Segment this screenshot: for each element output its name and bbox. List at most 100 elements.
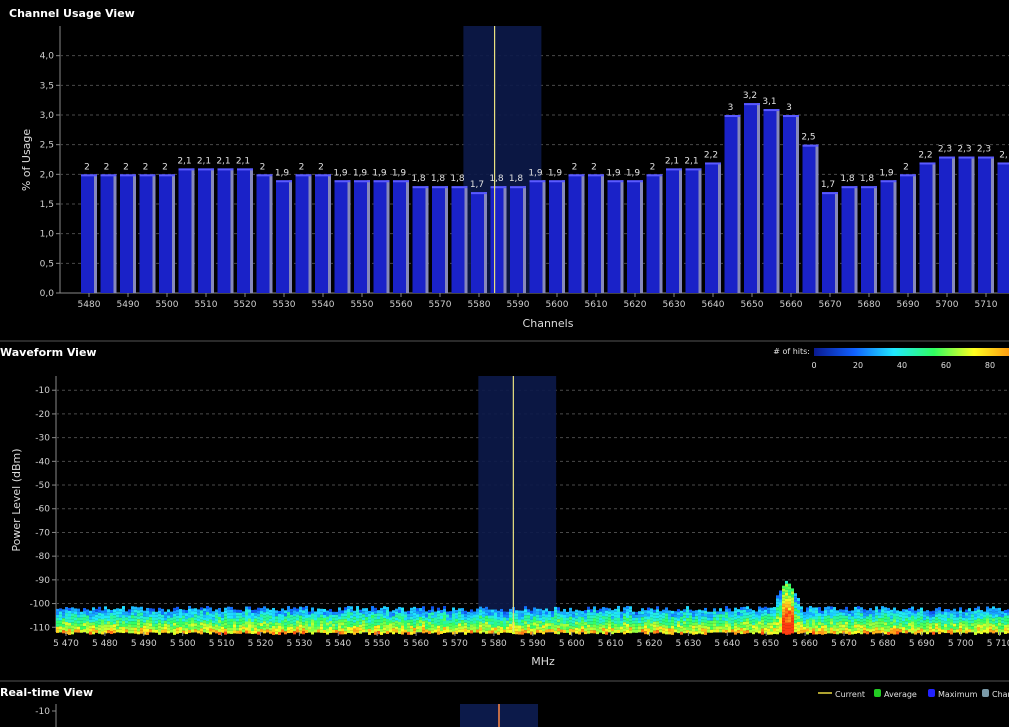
- waveform-heat-cell: [833, 616, 836, 620]
- waveform-heat-cell: [665, 610, 668, 614]
- waveform-heat-cell: [518, 622, 521, 626]
- waveform-heat-cell: [278, 631, 281, 635]
- waveform-heat-cell: [254, 621, 257, 625]
- waveform-heat-cell: [359, 627, 362, 631]
- usage-y-axis-label: % of Usage: [20, 129, 33, 192]
- waveform-heat-cell: [560, 629, 563, 633]
- waveform-heat-cell: [788, 586, 791, 590]
- waveform-heat-cell: [779, 602, 782, 606]
- waveform-heat-cell: [545, 620, 548, 624]
- waveform-heat-cell: [887, 631, 890, 635]
- waveform-heat-cell: [773, 628, 776, 632]
- usage-bar-top: [549, 180, 565, 183]
- waveform-heat-cell: [167, 627, 170, 631]
- waveform-heat-cell: [536, 608, 539, 612]
- waveform-heat-cell: [95, 626, 98, 630]
- waveform-heat-cell: [983, 617, 986, 621]
- waveform-heat-cell: [509, 608, 512, 612]
- waveform-heat-cell: [443, 618, 446, 622]
- waveform-heat-cell: [767, 610, 770, 614]
- waveform-heat-cell: [812, 625, 815, 629]
- usage-bar-top: [763, 109, 780, 112]
- waveform-heat-cell: [605, 619, 608, 623]
- realtime-legend-label: Char: [992, 690, 1009, 699]
- waveform-heat-cell: [830, 621, 833, 625]
- waveform-heat-cell: [251, 615, 254, 619]
- waveform-heat-cell: [260, 620, 263, 624]
- waveform-y-ticks: -10-20-30-40-50-60-70-80-90-100-110: [30, 386, 56, 633]
- waveform-heat-cell: [185, 628, 188, 632]
- waveform-heat-cell: [185, 622, 188, 626]
- waveform-heat-cell: [185, 625, 188, 629]
- waveform-heat-cell: [740, 607, 743, 611]
- waveform-heat-cell: [425, 614, 428, 618]
- realtime-plot-area[interactable]: -10: [35, 704, 1009, 727]
- waveform-heat-cell: [911, 627, 914, 631]
- waveform-heat-cell: [716, 623, 719, 627]
- waveform-heat-cell: [773, 625, 776, 629]
- waveform-heat-cell: [857, 615, 860, 619]
- waveform-heat-cell: [944, 627, 947, 631]
- waveform-heat-cell: [191, 617, 194, 621]
- waveform-heat-cell: [65, 616, 68, 620]
- waveform-heat-cell: [137, 610, 140, 614]
- waveform-heat-cell: [236, 612, 239, 616]
- waveform-heat-cell: [827, 621, 830, 625]
- waveform-heat-cell: [452, 628, 455, 632]
- waveform-heat-cell: [368, 622, 371, 626]
- waveform-heat-cell: [773, 622, 776, 626]
- waveform-heat-cell: [773, 616, 776, 620]
- waveform-heat-cell: [818, 631, 821, 635]
- waveform-heat-cell: [362, 617, 365, 621]
- waveform-heat-cell: [569, 628, 572, 632]
- waveform-heat-cell: [791, 630, 794, 634]
- waveform-heat-cell: [86, 618, 89, 622]
- waveform-heat-cell: [593, 606, 596, 610]
- waveform-heat-cell: [653, 618, 656, 622]
- waveform-heat-cell: [215, 627, 218, 631]
- waveform-heat-cell: [998, 622, 1001, 626]
- waveform-heat-cell: [764, 615, 767, 619]
- waveform-heat-cell: [1004, 621, 1007, 625]
- waveform-heat-cell: [200, 631, 203, 635]
- waveform-heat-cell: [884, 622, 887, 626]
- waveform-heat-cell: [68, 607, 71, 611]
- waveform-heat-cell: [878, 618, 881, 622]
- waveform-heat-cell: [644, 625, 647, 629]
- waveform-heat-cell: [383, 606, 386, 610]
- waveform-heat-cell: [494, 615, 497, 619]
- waveform-heat-cell: [179, 618, 182, 622]
- waveform-heat-cell: [782, 624, 785, 628]
- waveform-heat-cell: [869, 614, 872, 618]
- waveform-heat-cell: [281, 620, 284, 624]
- waveform-heat-cell: [692, 631, 695, 635]
- waveform-heat-cell: [353, 619, 356, 623]
- usage-bar-top: [900, 174, 916, 177]
- waveform-heat-cell: [131, 606, 134, 610]
- waveform-heat-cell: [443, 609, 446, 613]
- waveform-heat-cell: [953, 623, 956, 627]
- waveform-heat-cell: [239, 630, 242, 634]
- waveform-heat-cell: [758, 624, 761, 628]
- waveform-heat-cell: [305, 605, 308, 609]
- waveform-heat-cell: [917, 627, 920, 631]
- waveform-heat-cell: [995, 608, 998, 612]
- waveform-heat-cell: [434, 617, 437, 621]
- usage-value-label: 1,8: [860, 174, 875, 184]
- waveform-heat-cell: [599, 629, 602, 633]
- usage-value-label: 2: [299, 162, 305, 172]
- waveform-heat-cell: [674, 617, 677, 621]
- waveform-heat-cell: [446, 617, 449, 621]
- waveform-heat-cell: [152, 617, 155, 621]
- waveform-heat-cell: [686, 618, 689, 622]
- waveform-heat-cell: [332, 620, 335, 624]
- waveform-heat-cell: [701, 622, 704, 626]
- waveform-heat-cell: [587, 624, 590, 628]
- waveform-heat-cell: [839, 621, 842, 625]
- waveform-heat-cell: [893, 613, 896, 617]
- waveform-heat-cell: [272, 607, 275, 611]
- waveform-heat-cell: [884, 616, 887, 620]
- waveform-heat-cell: [449, 623, 452, 627]
- waveform-heat-cell: [479, 612, 482, 616]
- waveform-heat-cell: [116, 626, 119, 630]
